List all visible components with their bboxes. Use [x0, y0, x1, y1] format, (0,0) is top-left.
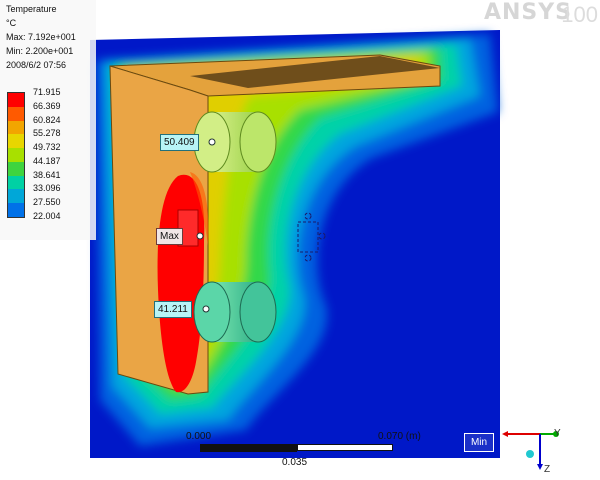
legend-level-label: 66.369	[33, 100, 61, 111]
scale-bar	[200, 444, 394, 452]
legend-title: Temperature	[6, 4, 57, 14]
ansys-logo: ANSYS	[483, 0, 572, 25]
legend-level-label: 38.641	[33, 169, 61, 180]
min-marker-button[interactable]: Min	[464, 433, 494, 452]
legend-color-segment	[8, 134, 24, 149]
lower-probe-label[interactable]: 41.211	[154, 301, 192, 318]
legend-level-label: 44.187	[33, 155, 61, 166]
triad-y-label: Y	[554, 428, 561, 439]
legend-min: Min: 2.200e+001	[6, 46, 74, 56]
ansys-version: 100	[561, 2, 598, 27]
graphics-viewport[interactable]: Temperature °C Max: 7.192e+001 Min: 2.20…	[0, 0, 600, 480]
max-probe-label[interactable]: Max	[156, 228, 183, 245]
legend-level-label: 55.278	[33, 128, 61, 139]
legend-color-bar	[7, 92, 25, 218]
legend-level-label: 71.915	[33, 87, 61, 97]
upper-probe-label[interactable]: 50.409	[160, 134, 199, 151]
legend-level-label: 60.824	[33, 114, 61, 125]
legend-max: Max: 7.192e+001	[6, 32, 76, 42]
legend-color-segment	[8, 148, 24, 163]
legend-level-label: 33.096	[33, 183, 61, 194]
max-probe-pin	[196, 232, 204, 240]
legend-color-segment	[8, 175, 24, 190]
triad-z-label: Z	[544, 464, 551, 475]
lower-probe-pin	[202, 305, 210, 313]
upper-cylinder	[193, 111, 277, 173]
legend-color-segment	[8, 120, 24, 135]
legend-color-segment	[8, 106, 24, 122]
scale-bar-dark-segment	[200, 444, 297, 452]
legend-unit: °C	[6, 18, 17, 28]
scale-right-label: 0.070 (m)	[378, 431, 421, 442]
axis-triad[interactable]	[498, 418, 578, 480]
temperature-legend: Temperature °C Max: 7.192e+001 Min: 2.20…	[0, 0, 96, 240]
legend-color-segment	[8, 189, 24, 204]
scale-left-label: 0.000	[186, 431, 212, 442]
legend-timestamp: 2008/6/2 07:56	[6, 60, 67, 70]
legend-color-segment	[8, 161, 24, 177]
legend-level-label: 27.550	[33, 197, 61, 208]
scale-bar-light-segment	[297, 444, 393, 451]
rotation-center-icon	[526, 450, 534, 458]
upper-probe-pin	[208, 138, 216, 146]
legend-level-label: 22.004	[33, 211, 61, 221]
legend-color-segment	[8, 93, 24, 108]
scale-middle-label: 0.035	[282, 457, 308, 468]
legend-color-segment	[8, 203, 24, 218]
legend-level-label: 49.732	[33, 142, 61, 153]
